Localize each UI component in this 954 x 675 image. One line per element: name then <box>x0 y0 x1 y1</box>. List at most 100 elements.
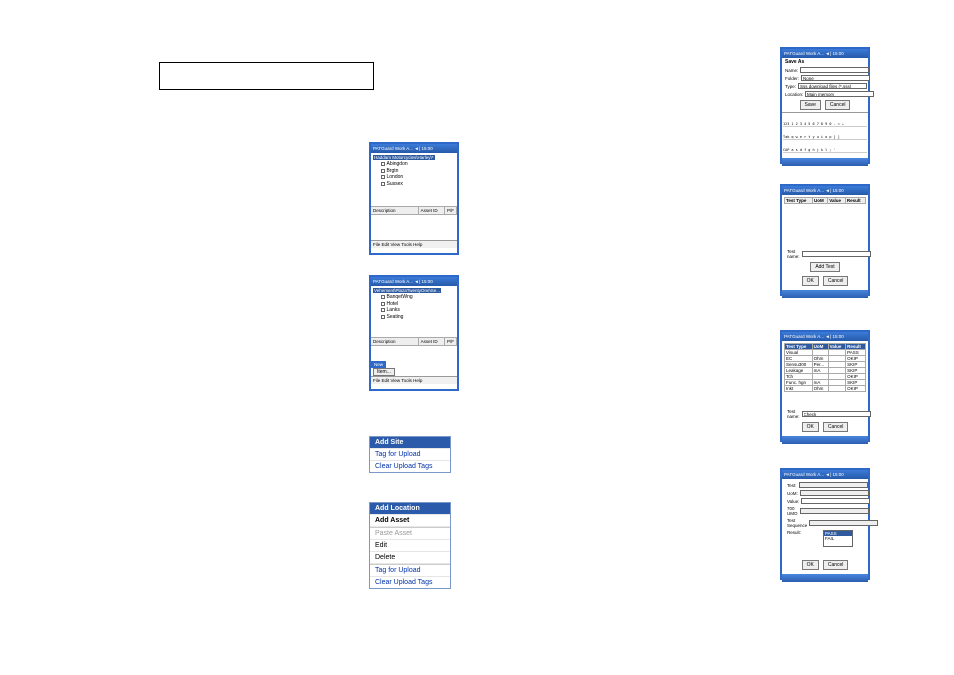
select-folder[interactable] <box>801 75 870 81</box>
tree-item[interactable]: Seating <box>373 314 455 321</box>
tree-label: Sussex <box>387 181 403 188</box>
test-grid: Test Type UoM Value Result <box>784 197 866 204</box>
context-menu-site: Add Site Tag for Upload Clear Upload Tag… <box>369 436 451 473</box>
label-location: Location: <box>785 92 803 97</box>
addtest-button[interactable]: Add Test <box>810 262 839 272</box>
titlebar: PATGuard Work A... ◄( 15:00 <box>782 332 868 341</box>
test-grid[interactable]: Test Type UoM Value Result VisualPASS EC… <box>784 343 866 392</box>
pda-test-list: PATGuard Work A... ◄( 15:00 Test Type Uo… <box>780 330 870 442</box>
ok-button[interactable]: OK <box>802 276 819 286</box>
pda-sites-tree: PATGuard Work A... ◄( 15:00 Haddam Motor… <box>369 142 459 255</box>
col-pf[interactable]: P/F <box>445 207 457 214</box>
cancel-button[interactable]: Cancel <box>823 276 849 286</box>
tree-root[interactable]: Haddam Motorcycles\Harley\* <box>373 155 435 160</box>
menu-addlocation[interactable]: Add Location <box>370 503 450 515</box>
col-testtype[interactable]: Test Type <box>785 198 813 204</box>
titlebar: PATGuard Work A... ◄( 15:00 <box>782 470 868 479</box>
toolbox: New <box>371 361 457 368</box>
label-testname: Test name: <box>787 249 800 259</box>
menu-delete[interactable]: Delete <box>370 552 450 564</box>
label-folder: Folder: <box>785 76 799 81</box>
col-description[interactable]: Description <box>371 207 419 214</box>
cancel-button[interactable]: Cancel <box>823 422 849 432</box>
menu-clearupload[interactable]: Clear Upload Tags <box>370 577 450 588</box>
pda-test-edit: PATGuard Work A... ◄( 15:00 Test: UoM: V… <box>780 468 870 580</box>
label-name: Name: <box>785 68 798 73</box>
select-location[interactable] <box>805 91 874 97</box>
input-passlimit <box>800 508 869 514</box>
app-title: PATGuard Work A... ◄( 15:00 <box>784 472 866 477</box>
tree-root[interactable]: Vehement\PlazaTwentyOne\Se... <box>373 288 441 293</box>
label-type: Type: <box>785 84 796 89</box>
checkbox-icon[interactable] <box>381 315 385 319</box>
menu-addsite[interactable]: Add Site <box>370 437 450 449</box>
kb-row[interactable]: 123 1 2 3 4 5 6 7 8 9 0 - = ← <box>783 122 867 127</box>
checkbox-icon[interactable] <box>381 302 385 306</box>
ok-button[interactable]: OK <box>802 560 819 570</box>
input-seq <box>809 520 878 526</box>
kb-row[interactable]: CAP a s d f g h j k l ; ' <box>783 148 867 153</box>
col-assetid[interactable]: Asset ID <box>419 338 445 345</box>
input-value[interactable] <box>801 498 870 504</box>
pda-save-as: PATGuard Work A... ◄( 15:00 Save As Name… <box>780 47 870 164</box>
label-value: Value: <box>787 499 799 504</box>
checkbox-icon[interactable] <box>381 175 385 179</box>
titlebar: PATGuard Work A... ◄( 15:00 <box>782 186 868 195</box>
input-test <box>799 482 868 488</box>
app-title: PATGuard Work A... ◄( 15:00 <box>373 279 455 284</box>
col-value[interactable]: Value <box>828 198 846 204</box>
app-title: PATGuard Work A... ◄( 15:00 <box>784 334 866 339</box>
checkbox-icon[interactable] <box>381 169 385 173</box>
save-button[interactable]: Save <box>800 100 821 110</box>
label-testname: Test name: <box>787 409 800 419</box>
item-button[interactable]: Item... <box>373 368 395 376</box>
input-uom <box>800 490 869 496</box>
checkbox-icon[interactable] <box>381 162 385 166</box>
menu-bar[interactable]: File Edit View Tools Help <box>371 376 457 384</box>
pda-footer <box>782 436 868 444</box>
menu-edit[interactable]: Edit <box>370 540 450 552</box>
ok-button[interactable]: OK <box>802 422 819 432</box>
menu-addasset[interactable]: Add Asset <box>370 515 450 527</box>
select-type[interactable] <box>798 83 867 89</box>
checkbox-icon[interactable] <box>381 308 385 312</box>
menu-bar[interactable]: File Edit View Tools Help <box>371 240 457 248</box>
label-result: Result: <box>787 530 821 535</box>
col-pf[interactable]: P/F <box>445 338 457 345</box>
soft-keyboard[interactable]: 123 1 2 3 4 5 6 7 8 9 0 - = ← Tab q w e … <box>782 112 868 158</box>
label-seq: Test Sequence <box>787 518 807 528</box>
cancel-button[interactable]: Cancel <box>823 560 849 570</box>
asset-grid-header: Description Asset ID P/F <box>371 337 457 346</box>
pda-footer <box>782 574 868 582</box>
label-pass: 700 UMO <box>787 506 798 516</box>
tree-item[interactable]: Sussex <box>373 181 455 188</box>
toolbox-tab-new[interactable]: New <box>371 361 386 368</box>
menu-tagupload[interactable]: Tag for Upload <box>370 449 450 461</box>
titlebar: PATGuard Work A... ◄( 15:00 <box>371 144 457 153</box>
col-description[interactable]: Description <box>371 338 419 345</box>
input-testname[interactable] <box>802 251 871 257</box>
titlebar: PATGuard Work A... ◄( 15:00 <box>371 277 457 286</box>
table-row[interactable]: InktOhmOKIP <box>785 386 866 392</box>
checkbox-icon[interactable] <box>381 182 385 186</box>
label-uom: UoM: <box>787 491 798 496</box>
col-assetid[interactable]: Asset ID <box>419 207 445 214</box>
menu-tagupload[interactable]: Tag for Upload <box>370 564 450 577</box>
menu-clearupload[interactable]: Clear Upload Tags <box>370 461 450 472</box>
col-uom[interactable]: UoM <box>812 198 827 204</box>
input-testname[interactable] <box>802 411 871 417</box>
col-result[interactable]: Result <box>845 198 865 204</box>
top-empty-frame <box>159 62 374 90</box>
kb-row[interactable]: Tab q w e r t y u i o p [ ] <box>783 135 867 140</box>
result-listbox[interactable]: PASS FAIL <box>823 530 853 547</box>
titlebar: PATGuard Work A... ◄( 15:00 <box>782 49 868 58</box>
input-name[interactable] <box>800 67 869 73</box>
context-menu-location: Add Location Add Asset Paste Asset Edit … <box>369 502 451 589</box>
menu-pasteasset: Paste Asset <box>370 527 450 540</box>
pda-footer <box>782 158 868 166</box>
pda-add-test: PATGuard Work A... ◄( 15:00 Test Type Uo… <box>780 184 870 296</box>
cancel-button[interactable]: Cancel <box>825 100 851 110</box>
checkbox-icon[interactable] <box>381 295 385 299</box>
pda-locations-tree: PATGuard Work A... ◄( 15:00 Vehement\Pla… <box>369 275 459 391</box>
app-title: PATGuard Work A... ◄( 15:00 <box>373 146 455 151</box>
